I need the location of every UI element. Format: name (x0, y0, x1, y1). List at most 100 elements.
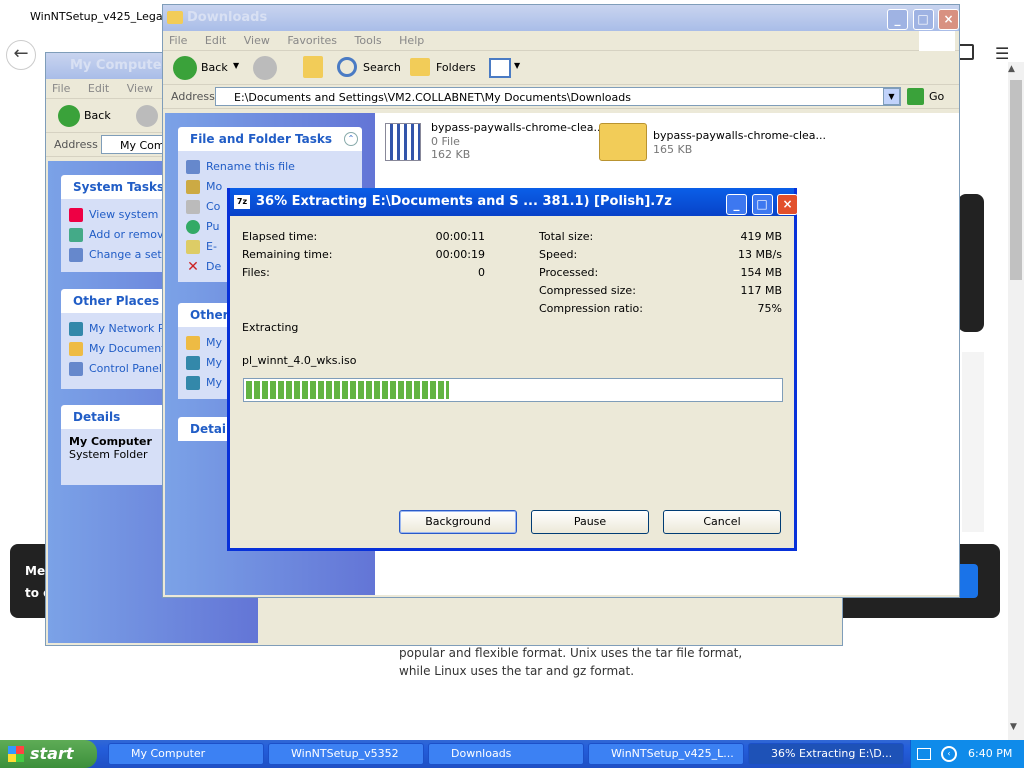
address-dropdown-icon[interactable]: ▼ (883, 88, 900, 105)
ratio-value: 75% (757, 302, 782, 315)
back-arrow-icon[interactable] (58, 105, 80, 127)
folders-button[interactable]: Folders (436, 61, 476, 74)
7zip-icon: 7z (234, 195, 250, 209)
taskbar-item-label: My Computer (131, 747, 206, 760)
scroll-up-icon[interactable]: ▲ (1008, 64, 1015, 74)
taskbar-item-downloads[interactable]: Downloads (428, 743, 584, 765)
close-button[interactable]: × (777, 194, 799, 215)
keyboard-icon[interactable] (917, 748, 931, 760)
address-label: Address (171, 90, 215, 103)
menu-tools[interactable]: Tools (355, 34, 382, 47)
collapse-tray-icon[interactable]: ‹ (941, 746, 957, 762)
minimize-button[interactable]: _ (726, 194, 747, 215)
search-icon[interactable] (337, 57, 357, 77)
elapsed-label: Elapsed time: (242, 230, 318, 243)
place-label: My Document (89, 342, 166, 355)
zip-folder-icon (599, 123, 647, 161)
remaining-value: 00:00:19 (435, 248, 485, 261)
file-icon (385, 123, 421, 161)
taskbar-item-label: 36% Extracting E:\D... (771, 747, 893, 760)
views-dropdown-icon[interactable]: ▼ (514, 61, 520, 70)
file-name: bypass-paywalls-chrome-clea... (431, 121, 605, 134)
taskbar-item-extracting[interactable]: 36% Extracting E:\D... (748, 743, 904, 765)
back-arrow-icon[interactable] (173, 56, 197, 80)
total-size-label: Total size: (539, 230, 594, 243)
menu-edit[interactable]: Edit (205, 34, 226, 47)
info-icon (69, 208, 83, 222)
network-icon (186, 376, 200, 390)
go-arrow-icon[interactable] (907, 88, 924, 105)
close-button[interactable]: × (938, 9, 960, 30)
forward-arrow-icon[interactable] (136, 105, 158, 127)
back-button[interactable]: Back (201, 61, 228, 74)
taskbar-item-my-computer[interactable]: My Computer (108, 743, 264, 765)
sidebar-icon[interactable] (958, 44, 974, 60)
task-label: E- (206, 240, 217, 253)
views-icon[interactable] (489, 58, 511, 78)
browser-tab-title[interactable]: WinNTSetup_v425_Legacy (30, 10, 175, 23)
elapsed-value: 00:00:11 (435, 230, 485, 243)
delete-icon: ✕ (187, 259, 199, 275)
computer-icon (186, 356, 200, 370)
taskbar-item-winntsetup-425[interactable]: WinNTSetup_v425_L... (588, 743, 744, 765)
up-folder-icon[interactable] (303, 56, 323, 78)
menu-file[interactable]: File (169, 34, 187, 47)
pause-button[interactable]: Pause (531, 510, 649, 534)
menu-file[interactable]: File (52, 82, 70, 95)
collapse-chevron-icon[interactable]: ⌃ (344, 132, 358, 146)
menu-view[interactable]: View (244, 34, 270, 47)
compressed-label: Compressed size: (539, 284, 636, 297)
forward-arrow-icon[interactable] (253, 56, 277, 80)
maximize-button[interactable]: □ (912, 9, 934, 30)
task-label: Co (206, 200, 221, 213)
menu-help[interactable]: Help (399, 34, 424, 47)
go-button[interactable]: Go (929, 90, 944, 103)
scroll-down-icon[interactable]: ▼ (1010, 722, 1017, 732)
back-button[interactable]: Back (84, 109, 111, 122)
dialog-title: 36% Extracting E:\Documents and S ... 38… (256, 194, 672, 209)
files-value: 0 (478, 266, 485, 279)
menu-favorites[interactable]: Favorites (287, 34, 337, 47)
network-icon (69, 322, 83, 336)
minimize-button[interactable]: _ (887, 9, 908, 30)
back-dropdown-icon[interactable]: ▼ (233, 61, 239, 70)
taskbar-item-winntsetup-5352[interactable]: WinNTSetup_v5352 (268, 743, 424, 765)
start-label: start (30, 744, 74, 763)
scrollbar-thumb[interactable] (1010, 80, 1022, 280)
file-item[interactable]: bypass-paywalls-chrome-clea... 0 File 16… (383, 119, 604, 167)
menu-icon[interactable]: ☰ (995, 44, 1009, 63)
task-label: De (206, 260, 222, 273)
email-icon (186, 240, 200, 254)
files-label: Files: (242, 266, 270, 279)
address-label: Address (54, 138, 98, 151)
folders-icon[interactable] (410, 58, 430, 76)
file-size: 165 KB (653, 143, 693, 156)
downloads-titlebar[interactable]: Downloads _ □ × (163, 5, 960, 31)
speed-label: Speed: (539, 248, 578, 261)
windows-logo-icon (919, 31, 955, 51)
task-rename[interactable]: Rename this file (186, 157, 354, 177)
start-button[interactable]: start (0, 740, 97, 768)
search-button[interactable]: Search (363, 61, 401, 74)
processed-label: Processed: (539, 266, 599, 279)
maximize-button[interactable]: □ (751, 194, 773, 215)
cancel-button[interactable]: Cancel (663, 510, 781, 534)
background-button[interactable]: Background (399, 510, 517, 534)
menu-view[interactable]: View (127, 82, 153, 95)
current-file-name: pl_winnt_4.0_wks.iso (242, 354, 357, 367)
browser-back-button[interactable]: ← (6, 40, 36, 70)
extract-progress-bar (243, 378, 783, 402)
article-line-1: popular and flexible format. Unix uses t… (399, 646, 743, 660)
menu-edit[interactable]: Edit (88, 82, 109, 95)
rename-icon (186, 160, 200, 174)
move-icon (186, 180, 200, 194)
extract-dialog-titlebar[interactable]: 7z 36% Extracting E:\Documents and S ...… (230, 188, 799, 216)
copy-icon (186, 200, 200, 214)
file-tasks-header[interactable]: File and Folder Tasks (178, 127, 362, 151)
clock[interactable]: 6:40 PM (968, 747, 1012, 760)
address-field[interactable]: E:\Documents and Settings\VM2.COLLABNET\… (215, 87, 901, 106)
place-label: My Network P (89, 322, 165, 335)
globe-icon (186, 220, 200, 234)
file-item[interactable]: bypass-paywalls-chrome-clea... 165 KB (597, 119, 826, 167)
remaining-label: Remaining time: (242, 248, 333, 261)
